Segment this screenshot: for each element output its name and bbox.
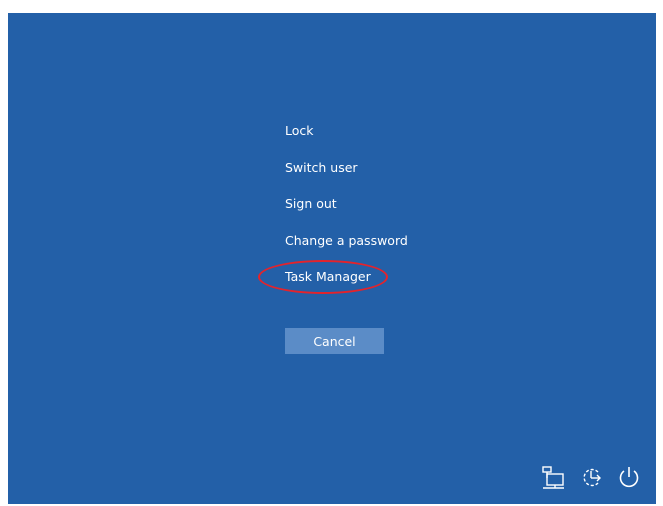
system-tray — [540, 464, 642, 490]
menu-item-change-password[interactable]: Change a password — [285, 231, 408, 268]
menu-item-task-manager[interactable]: Task Manager — [285, 267, 408, 304]
menu-item-switch-user[interactable]: Switch user — [285, 158, 408, 195]
network-icon[interactable] — [540, 464, 566, 490]
power-icon[interactable] — [616, 464, 642, 490]
menu-item-sign-out[interactable]: Sign out — [285, 194, 408, 231]
security-options-menu: Lock Switch user Sign out Change a passw… — [285, 121, 408, 304]
ease-of-access-icon[interactable] — [578, 464, 604, 490]
security-options-screen: Lock Switch user Sign out Change a passw… — [8, 13, 656, 504]
menu-item-lock[interactable]: Lock — [285, 121, 408, 158]
cancel-button[interactable]: Cancel — [285, 328, 384, 354]
